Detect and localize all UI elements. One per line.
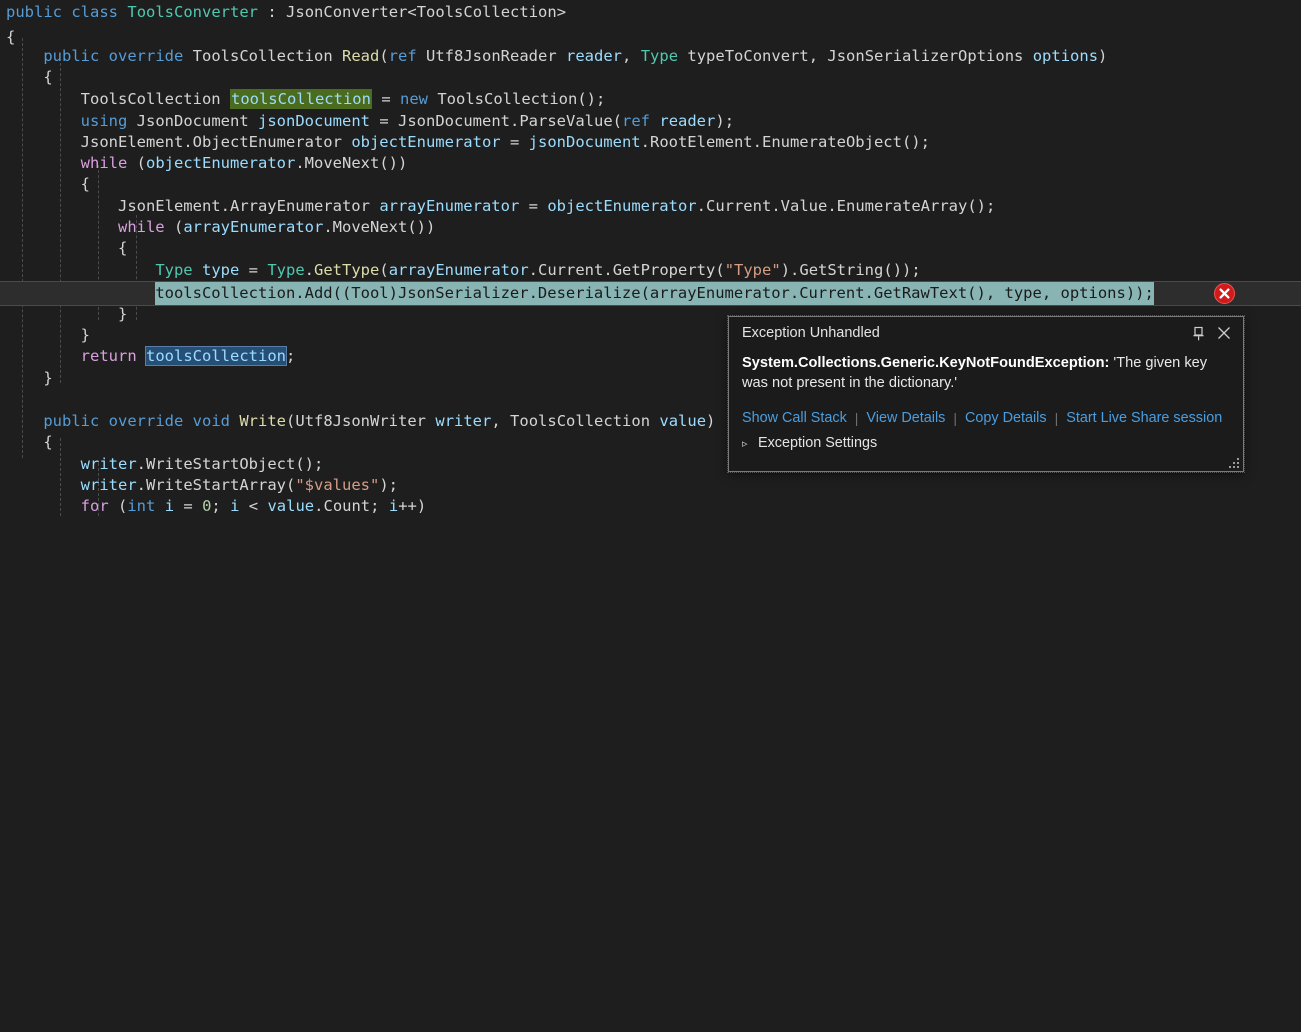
popup-header: Exception Unhandled xyxy=(729,317,1243,349)
exception-message: System.Collections.Generic.KeyNotFoundEx… xyxy=(742,353,1225,393)
close-icon[interactable] xyxy=(1211,321,1237,345)
exception-type: System.Collections.Generic.KeyNotFoundEx… xyxy=(742,355,1110,371)
execution-statement-highlight: toolsCollection.Add((Tool)JsonSerializer… xyxy=(155,282,1154,305)
show-call-stack-link[interactable]: Show Call Stack xyxy=(742,410,847,426)
error-icon[interactable] xyxy=(1214,283,1235,304)
chevron-right-icon[interactable]: ▹ xyxy=(742,437,758,450)
code-line[interactable]: public override void Write(Utf8JsonWrite… xyxy=(0,409,715,434)
code-line[interactable]: public class ToolsConverter : JsonConver… xyxy=(0,0,566,25)
link-separator: | xyxy=(854,410,859,426)
popup-action-links: Show Call Stack | View Details | Copy De… xyxy=(742,410,1225,426)
resize-grip-icon[interactable] xyxy=(1228,456,1240,468)
link-separator: | xyxy=(953,410,957,426)
symbol-definition-highlight: toolsCollection xyxy=(229,89,372,109)
link-separator: | xyxy=(1054,410,1059,426)
pin-icon[interactable] xyxy=(1185,321,1211,345)
exception-settings-label: Exception Settings xyxy=(758,435,878,451)
exception-settings-expander[interactable]: ▹ Exception Settings xyxy=(742,435,1225,451)
popup-body: System.Collections.Generic.KeyNotFoundEx… xyxy=(729,349,1243,451)
copy-details-link[interactable]: Copy Details xyxy=(965,410,1047,426)
code-line-current-statement[interactable]: toolsCollection.Add((Tool)JsonSerializer… xyxy=(0,281,1154,306)
code-line[interactable]: public override ToolsCollection Read(ref… xyxy=(0,44,1107,69)
exception-unhandled-popup[interactable]: Exception Unhandled System.Collections.G… xyxy=(727,315,1245,473)
code-line[interactable]: Type type = Type.GetType(arrayEnumerator… xyxy=(0,258,920,283)
code-line[interactable]: for (int i = 0; i < value.Count; i++) xyxy=(0,494,427,519)
start-live-share-session-link[interactable]: Start Live Share session xyxy=(1066,410,1222,426)
symbol-selection-highlight: toolsCollection xyxy=(145,346,287,366)
popup-title: Exception Unhandled xyxy=(742,325,880,341)
view-details-link[interactable]: View Details xyxy=(866,410,945,426)
code-line[interactable]: } xyxy=(0,366,52,391)
